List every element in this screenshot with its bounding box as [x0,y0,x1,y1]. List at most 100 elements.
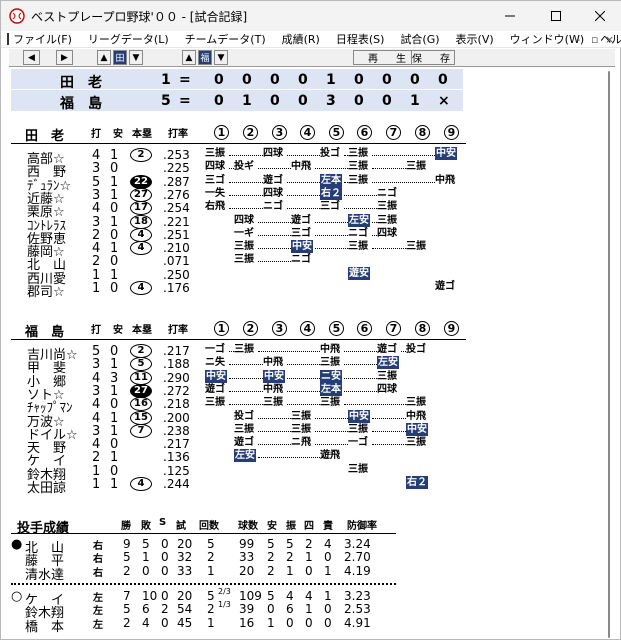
minimize-icon [505,15,515,17]
inning-dots [315,221,348,223]
inning-dots [258,457,320,459]
batting-average: .272 [163,383,190,398]
pitching-stat: 1 [267,615,275,630]
team1-down-button[interactable]: ▼ [129,50,143,65]
pitching-stat: 0 [161,588,169,603]
at-bat-result: 三振 [377,370,397,382]
batter-row: ケ イ 2 1.136 左安 遊飛 [11,449,466,469]
menu-game[interactable]: 試合(G) [400,31,439,47]
mdi-minimize-icon[interactable]: – [575,33,581,46]
pitching-col-label: 試 [176,521,186,532]
menu-team[interactable]: チームデータ(T) [185,31,266,47]
team1-button[interactable]: 田 [113,50,127,65]
scrollbar-thumb[interactable] [608,71,610,638]
pitcher-result-marker: ● [11,537,23,552]
pitching-stat: 2 [207,550,215,565]
close-button[interactable] [577,1,621,31]
team2-up-button[interactable]: ▲ [182,50,196,65]
pitching-rule [11,533,396,534]
batting-average: .221 [163,214,190,229]
menu-window[interactable]: ウィンドウ(W) [510,31,584,47]
home-run-count: 18 [130,214,152,229]
close-icon [595,11,605,21]
pitching-divider [11,582,396,585]
pitching-stat: 0 [305,563,313,578]
at-bat-result: 遊ゴ [205,383,225,395]
menu-records[interactable]: 成績(R) [282,31,320,47]
batting-average: .250 [163,267,190,282]
pitching-col-label: S [159,517,167,528]
pitching-stat: 2 [286,550,294,565]
document-icon[interactable] [7,33,9,45]
at-bat-result: 一ギ [234,227,254,239]
pitching-col-label: 勝 [121,521,131,532]
home-run-count: 4 [130,281,152,295]
save-button[interactable]: 保 存 [411,50,455,65]
at-bat-result: 中飛 [263,383,283,395]
pitching-stat: 0 [161,550,169,565]
mdi-close-icon[interactable]: × [605,33,614,46]
at-bat-result: 遊ゴ [263,174,283,186]
team-name: 田 老 [60,75,102,91]
menu-schedule[interactable]: 日程表(S) [336,31,385,47]
menu-file[interactable]: ファイル(F) [13,31,72,47]
batting-average: .251 [163,227,190,242]
batter-row: 鈴木翔 1 0.125 三振 [11,464,466,483]
pitching-stat: 1 [305,550,313,565]
at-bat-result: 四球 [234,214,254,226]
minimize-button[interactable] [487,1,533,31]
inning-dots [287,208,320,210]
window-title: ベストプレープロ野球'００ - [試合記録] [31,9,248,24]
pitching-stat: 0 [324,615,332,630]
vertical-scrollbar[interactable] [605,69,615,640]
next-game-button[interactable]: ▶ [56,50,73,65]
inning-number-label: 8 [415,125,430,140]
inning-score: 0 [270,72,280,88]
inning-dots [258,417,291,419]
pitching-stat: 32 [177,550,193,565]
team2-button[interactable]: 福 [198,50,212,65]
at-bat-result: 中飛 [406,410,426,422]
pitching-stat: 33 [177,563,193,578]
batting-average: .287 [163,174,190,189]
menu-view[interactable]: 表示(V) [456,31,494,47]
title-bar: ベストプレープロ野球'００ - [試合記録] [1,1,621,31]
inning-score: 0 [382,93,392,109]
inning-dots [229,390,263,392]
at-bat-result: 一失 [205,187,225,199]
at-bat-result: 三振 [348,161,368,173]
batting-average: .217 [163,437,190,452]
menu-league[interactable]: リーグデータ(L) [88,31,169,47]
inning-dots [258,168,291,170]
at-bat-result: 三振 [205,148,225,159]
at-bat-result: 中安 [263,369,285,383]
at-bat-result: 左安 [377,356,399,370]
at-bat-result: 三振 [377,201,397,213]
prev-game-button[interactable]: ◀ [23,50,40,65]
maximize-button[interactable] [533,1,579,31]
pitching-stat: 1 [207,563,215,578]
at-bat-result: 遊ゴ [234,437,254,449]
batting-average: .290 [163,370,190,385]
pitching-stat: 0 [267,602,275,617]
team1-up-button[interactable]: ▲ [97,50,111,65]
header-rule [11,339,466,340]
inning-dots [344,364,377,366]
pitching-stat: 2 [161,602,169,617]
mdi-restore-icon[interactable]: ▫ [591,33,598,46]
inning-number-label: 4 [300,321,315,336]
hits: 1 [110,477,119,492]
batting-header: 福 島 打 安本塁 打率 1 2 3 4 5 6 7 8 9 [11,321,466,340]
home-run-count: 4 [130,227,152,242]
at-bat-result: 三振 [263,397,283,409]
at-bat-result: 左本 [320,173,342,187]
batting-average: .200 [163,410,190,425]
inning-number-label: 5 [329,125,344,140]
equals-sign: = [179,72,191,88]
pitching-stat: 6 [142,602,150,617]
at-bat-result: 中飛 [263,357,283,369]
innings-fraction: 2/3 [218,586,231,596]
team2-down-button[interactable]: ▼ [214,50,228,65]
batter-row: 天 野 4 0.217 遊ゴ ニ飛 一ゴ 三振 [11,437,466,456]
inning-score: 0 [410,72,420,88]
